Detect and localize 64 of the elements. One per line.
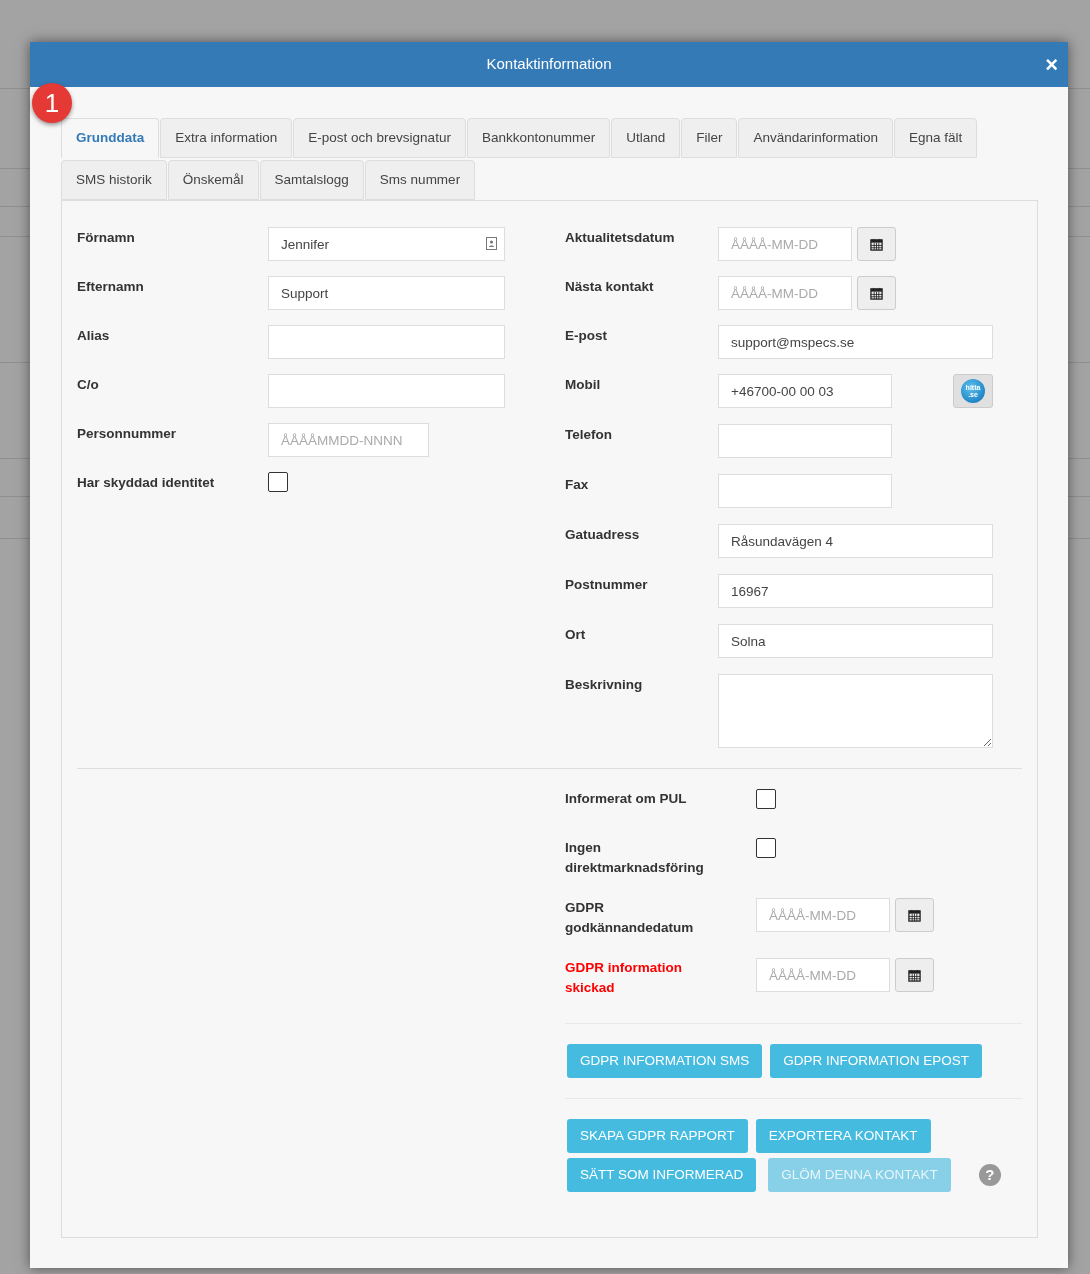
field-label: Informerat om PUL <box>565 790 688 808</box>
field-label: Fax <box>565 476 590 494</box>
contact-card-icon[interactable] <box>486 237 497 250</box>
field-label: Har skyddad identitet <box>77 474 216 492</box>
step-badge: 1 <box>32 83 72 123</box>
tab[interactable]: Önskemål <box>167 160 259 200</box>
input-field[interactable] <box>268 374 505 408</box>
field-label: Ingen direktmarknadsföring <box>565 839 705 877</box>
field-label: Beskrivning <box>565 676 644 694</box>
tab[interactable]: Extra information <box>160 118 293 158</box>
input-field[interactable]: support@mspecs.se <box>718 325 993 359</box>
tab[interactable]: Egna fält <box>894 118 978 158</box>
checkbox[interactable] <box>756 789 776 809</box>
field-label: C/o <box>77 376 100 394</box>
field-label: Förnamn <box>77 229 136 247</box>
calendar-icon <box>870 237 883 251</box>
input-field[interactable]: ÅÅÅÅ-MM-DD <box>718 276 852 310</box>
tab[interactable]: Grunddata <box>61 118 160 158</box>
field-label: Aktualitetsdatum <box>565 229 676 247</box>
tab[interactable]: E-post och brevsignatur <box>293 118 466 158</box>
input-field[interactable] <box>718 424 892 458</box>
field-label: Gatuadress <box>565 526 641 544</box>
calendar-button[interactable] <box>895 958 934 992</box>
modal-title: Kontaktinformation <box>486 54 612 75</box>
tab[interactable]: Utland <box>611 118 681 158</box>
calendar-icon <box>870 286 883 300</box>
tab[interactable]: Filer <box>681 118 738 158</box>
field-label: GDPR godkännandedatum <box>565 899 695 937</box>
field-label: Mobil <box>565 376 602 394</box>
calendar-button[interactable] <box>895 898 934 932</box>
field-label: Personnummer <box>77 425 178 443</box>
tab[interactable]: Bankkontonummer <box>466 118 611 158</box>
calendar-button[interactable] <box>857 276 896 310</box>
checkbox[interactable] <box>268 472 288 492</box>
field-label: GDPR information skickad <box>565 959 683 997</box>
field-label: Nästa kontakt <box>565 278 655 296</box>
field-label: Ort <box>565 626 587 644</box>
input-field[interactable]: ÅÅÅÅ-MM-DD <box>756 958 890 992</box>
input-field[interactable]: +46700-00 00 03 <box>718 374 892 408</box>
input-field[interactable]: Råsundavägen 4 <box>718 524 993 558</box>
calendar-icon <box>908 968 921 982</box>
calendar-icon <box>908 908 921 922</box>
tab[interactable]: Samtalslogg <box>259 160 364 200</box>
field-label: Telefon <box>565 426 613 444</box>
input-field[interactable]: Solna <box>718 624 993 658</box>
input-field[interactable] <box>268 325 505 359</box>
input-field[interactable]: Support <box>268 276 505 310</box>
close-button[interactable]: × <box>1045 54 1058 76</box>
input-field[interactable]: ÅÅÅÅ-MM-DD <box>718 227 852 261</box>
input-field[interactable] <box>718 474 892 508</box>
input-field[interactable]: ÅÅÅÅMMDD-NNNN <box>268 423 429 457</box>
input-field[interactable]: 16967 <box>718 574 993 608</box>
tab[interactable]: Sms nummer <box>364 160 476 200</box>
field-label: Efternamn <box>77 278 145 296</box>
input-field[interactable]: ÅÅÅÅ-MM-DD <box>756 898 890 932</box>
action-button: GLÖM DENNA KONTAKT <box>768 1158 951 1192</box>
calendar-button[interactable] <box>857 227 896 261</box>
tab[interactable]: SMS historik <box>61 160 167 200</box>
input-field[interactable]: Jennifer <box>268 227 505 261</box>
checkbox[interactable] <box>756 838 776 858</box>
field-label: E-post <box>565 327 608 345</box>
tab[interactable]: Användarinformation <box>738 118 894 158</box>
field-label: Alias <box>77 327 111 345</box>
field-label: Postnummer <box>565 576 649 594</box>
